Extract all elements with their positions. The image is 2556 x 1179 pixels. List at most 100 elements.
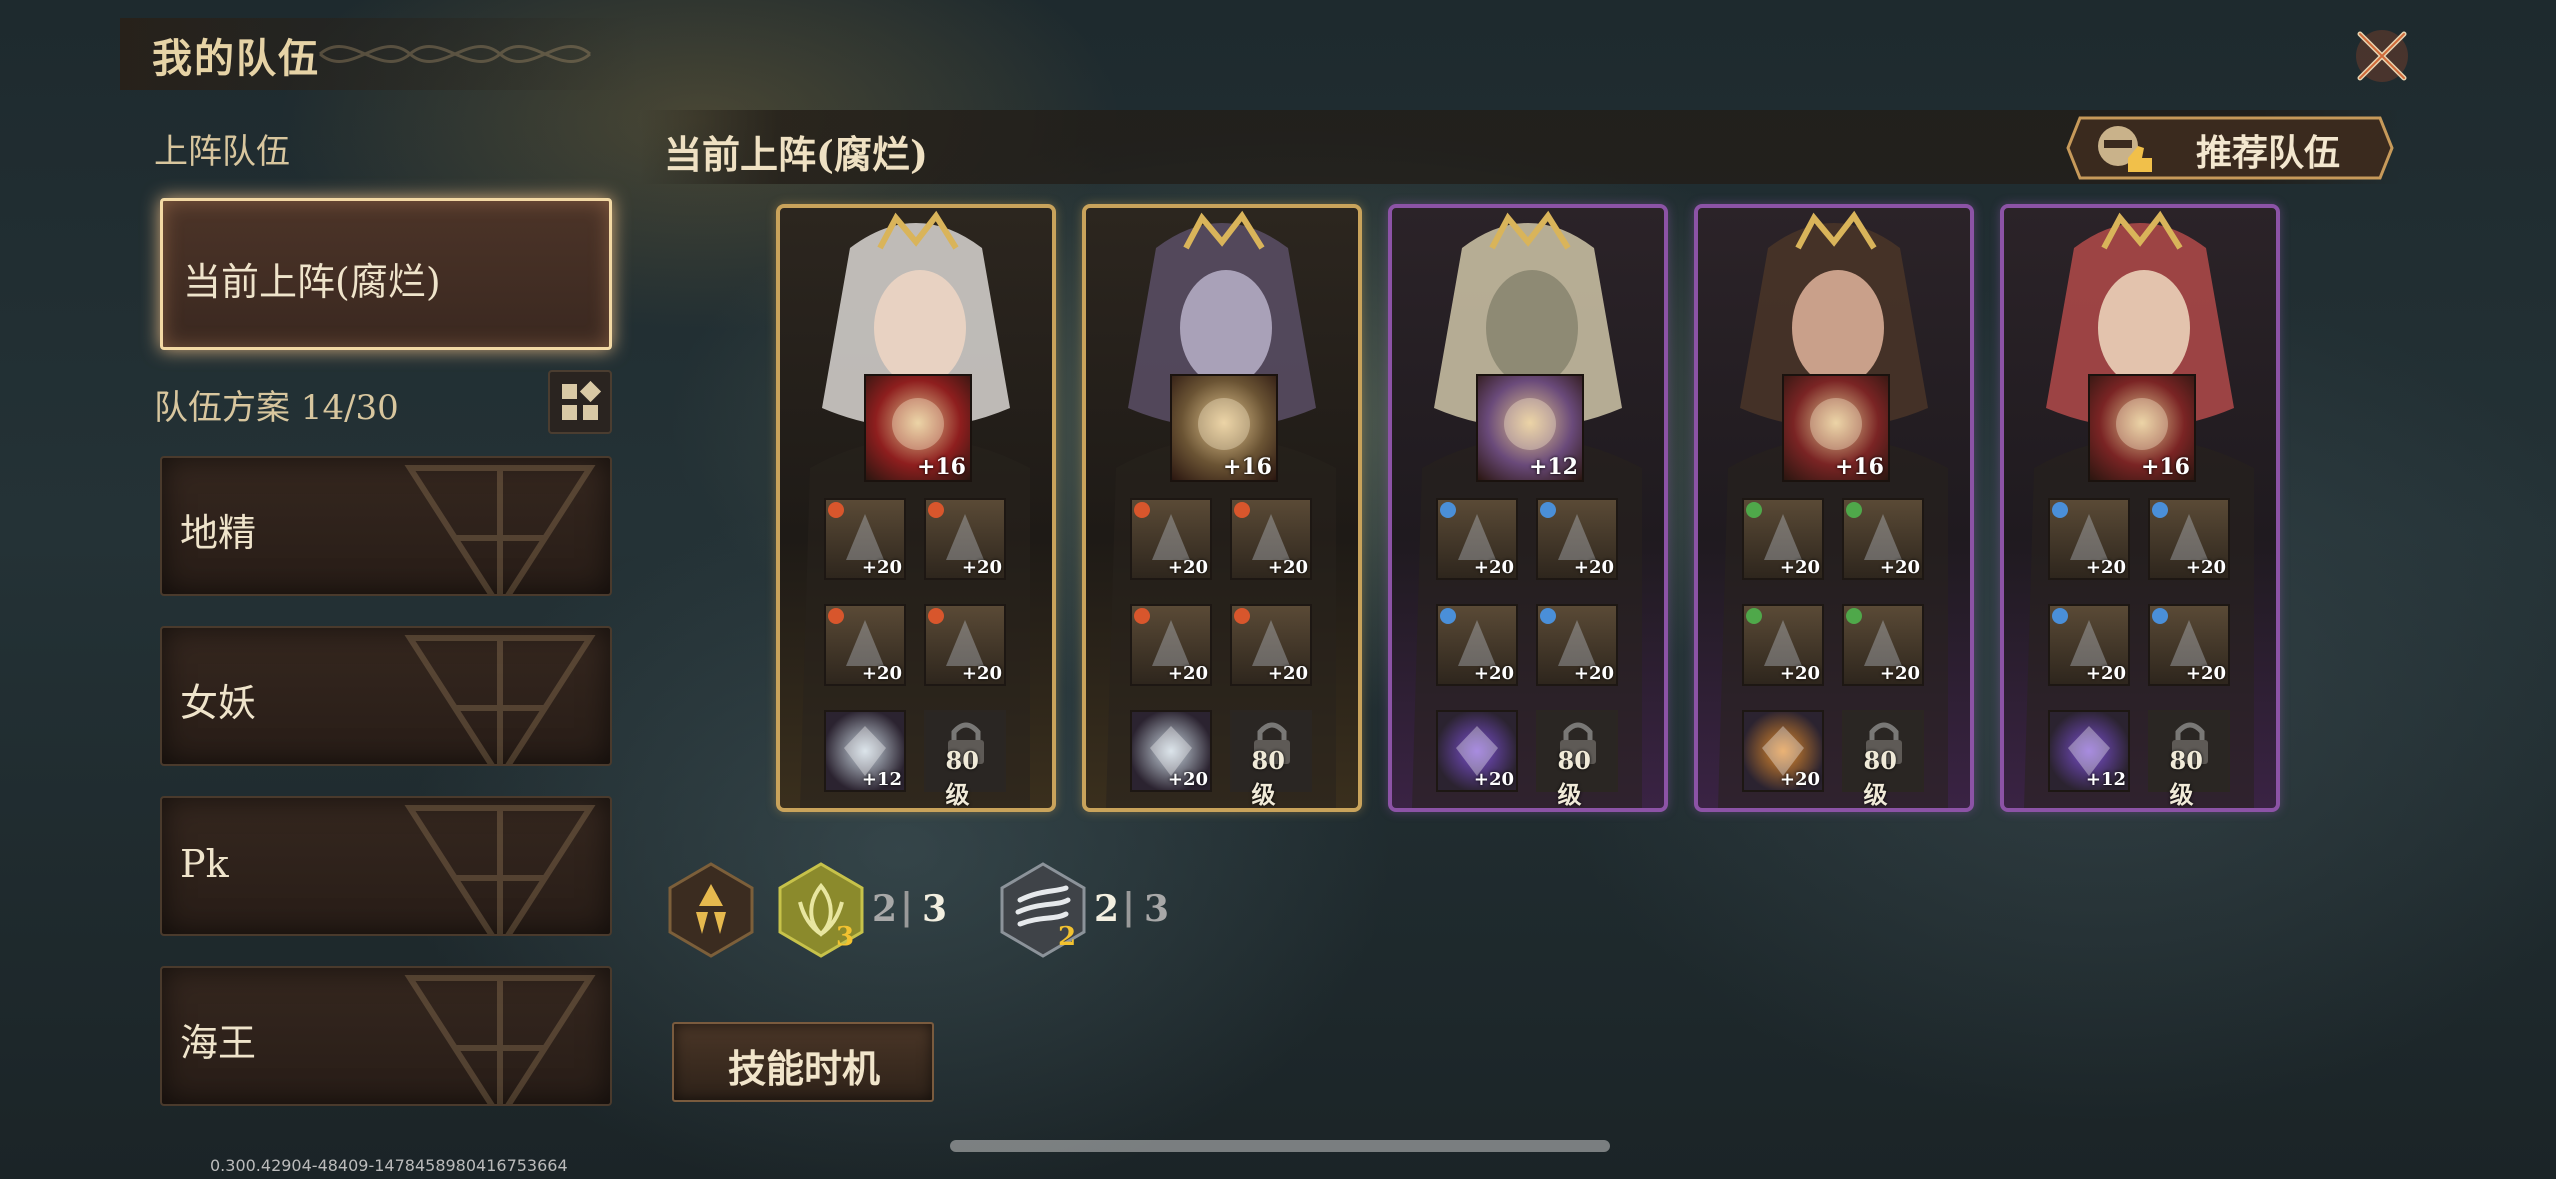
main-equipment-slot[interactable]: +16 [1170,374,1278,482]
layout-toggle-button[interactable] [548,370,612,434]
team-item-sea-king[interactable]: 海王 [160,966,612,1106]
equipment-slot[interactable]: +20 [1130,604,1212,686]
slot-badge-icon [1440,608,1456,624]
hero-portrait [1718,210,1948,808]
equipment-slot[interactable]: +20 [924,604,1006,686]
skill-timing-label: 技能时机 [728,1046,881,1091]
equipment-slot[interactable]: +20 [2148,604,2230,686]
slot-level: +20 [2185,557,2226,578]
slot-badge-icon [1134,608,1150,624]
lock-level-label: 80级 [1557,746,1591,809]
locked-slot[interactable]: 80级 [924,710,1006,808]
slot-badge-icon [1234,608,1250,624]
rune-level: +12 [861,769,902,790]
equipment-slot[interactable]: +20 [1230,604,1312,686]
faction-badge-button[interactable] [668,862,754,962]
slot-badge-icon [928,502,944,518]
slot-level: +20 [961,663,1002,684]
rune-level: +20 [1779,769,1820,790]
equipment-slot[interactable]: +20 [924,498,1006,580]
slot-level: +20 [2185,663,2226,684]
team-item-pk[interactable]: Pk [160,796,612,936]
main-equipment-slot[interactable]: +16 [2088,374,2196,482]
close-icon [2356,30,2408,82]
rune-slot[interactable]: +12 [824,710,906,792]
synergy-1-max: 3 [922,888,948,930]
slot-badge-icon [2152,502,2168,518]
synergy-2-current: 2 [1094,888,1120,930]
equipment-slot[interactable]: +20 [1230,498,1312,580]
team-plan-label: 队伍方案 14/30 [154,388,399,428]
hero-portrait [800,210,1030,808]
current-team-button[interactable]: 当前上阵(腐烂) [160,198,612,350]
main-equipment-level: +16 [1834,454,1884,480]
hero-card[interactable]: +16 +20 +20 +20 +20 +20 80级 [1694,204,1974,812]
main-equipment-level: +16 [1222,454,1272,480]
slot-badge-icon [828,608,844,624]
equipment-slot[interactable]: +20 [1436,604,1518,686]
rune-slot[interactable]: +20 [1742,710,1824,792]
team-item-label: 女妖 [180,681,257,725]
hero-portrait [1106,210,1336,808]
slot-badge-icon [1234,502,1250,518]
main-equipment-slot[interactable]: +16 [1782,374,1890,482]
equipment-slot[interactable]: +20 [2048,604,2130,686]
equipment-slot[interactable]: +20 [1130,498,1212,580]
slot-badge-icon [1540,502,1556,518]
locked-slot[interactable]: 80级 [1842,710,1924,808]
main-equipment-level: +12 [1528,454,1578,480]
equipment-slot[interactable]: +20 [2148,498,2230,580]
equipment-slot[interactable]: +20 [2048,498,2130,580]
main-equipment-level: +16 [916,454,966,480]
equipment-slot[interactable]: +20 [1742,498,1824,580]
hero-card[interactable]: +16 +20 +20 +20 +20 +12 80级 [2000,204,2280,812]
grid-icon [562,380,602,420]
hero-card[interactable]: +16 +20 +20 +20 +20 +20 80级 [1082,204,1362,812]
equipment-slot[interactable]: +20 [1436,498,1518,580]
equipment-slot[interactable]: +20 [1842,604,1924,686]
emblem-icon [404,465,596,594]
slot-level: +20 [1167,663,1208,684]
hero-card[interactable]: +16 +20 +20 +20 +20 +12 80级 [776,204,1056,812]
rune-level: +12 [2085,769,2126,790]
locked-slot[interactable]: 80级 [1536,710,1618,808]
slot-level: +20 [861,663,902,684]
equipment-slot[interactable]: +20 [1536,498,1618,580]
main-equipment-slot[interactable]: +16 [864,374,972,482]
rune-slot[interactable]: +12 [2048,710,2130,792]
slot-level: +20 [1267,557,1308,578]
locked-slot[interactable]: 80级 [2148,710,2230,808]
slot-level: +20 [1879,557,1920,578]
team-item-banshee[interactable]: 女妖 [160,626,612,766]
main-equipment-slot[interactable]: +12 [1476,374,1584,482]
lock-level-label: 80级 [1863,746,1897,809]
hero-portrait [1412,210,1642,808]
slot-badge-icon [928,608,944,624]
slot-level: +20 [1167,557,1208,578]
recommend-team-label: 推荐队伍 [2196,132,2341,174]
slot-badge-icon [2152,608,2168,624]
equipment-slot[interactable]: +20 [824,498,906,580]
home-indicator [950,1140,1610,1152]
rune-slot[interactable]: +20 [1130,710,1212,792]
rune-slot[interactable]: +20 [1436,710,1518,792]
slot-level: +20 [1573,557,1614,578]
slot-badge-icon [1846,502,1862,518]
slot-level: +20 [1879,663,1920,684]
hero-card[interactable]: +12 +20 +20 +20 +20 +20 80级 [1388,204,1668,812]
slot-badge-icon [2052,502,2068,518]
synergy-1-separator: | [900,886,914,928]
hero-portrait [2024,210,2254,808]
equipment-slot[interactable]: +20 [824,604,906,686]
synergy-1-count: 3 [836,922,855,952]
team-item-label: Pk [180,842,229,886]
equipment-slot[interactable]: +20 [1536,604,1618,686]
locked-slot[interactable]: 80级 [1230,710,1312,808]
rune-level: +20 [1167,769,1208,790]
slot-badge-icon [1746,502,1762,518]
slot-level: +20 [2085,663,2126,684]
team-item-goblin[interactable]: 地精 [160,456,612,596]
close-button[interactable] [2348,22,2416,90]
equipment-slot[interactable]: +20 [1842,498,1924,580]
equipment-slot[interactable]: +20 [1742,604,1824,686]
